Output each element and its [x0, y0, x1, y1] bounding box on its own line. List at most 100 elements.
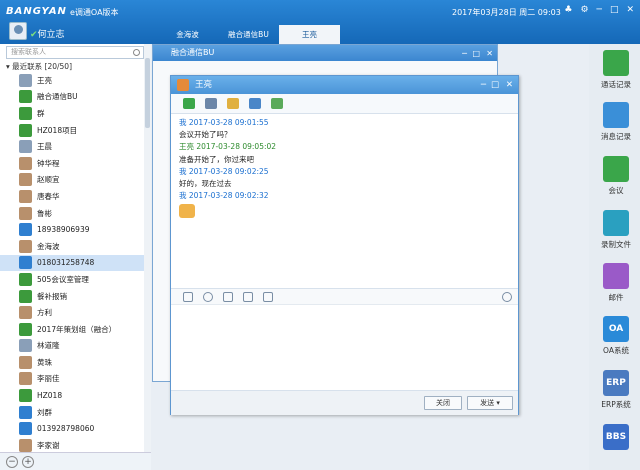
- contact-item[interactable]: 金海波: [0, 238, 144, 255]
- contact-item[interactable]: 王晨: [0, 138, 144, 155]
- contact-item[interactable]: 18938906939: [0, 221, 144, 238]
- search-icon[interactable]: [133, 49, 140, 56]
- image-icon[interactable]: [223, 291, 233, 302]
- contact-name: 013928798060: [37, 424, 95, 434]
- phone-icon: [19, 223, 32, 237]
- avatar: [19, 339, 32, 353]
- launcher-bbs[interactable]: BBS: [597, 424, 635, 453]
- contact-name: 王亮: [37, 75, 52, 85]
- avatar: [19, 239, 32, 253]
- chat-toolbar: [171, 94, 518, 114]
- contact-item[interactable]: 钟华程: [0, 155, 144, 172]
- launcher-erp[interactable]: ERP ERP系统: [597, 370, 635, 410]
- contact-name: 2017年策划组（融合）: [37, 324, 117, 334]
- group-icon: [19, 272, 32, 286]
- contact-item[interactable]: 018031258748: [0, 254, 144, 272]
- group-icon: [19, 289, 32, 303]
- group-chat-header: 融合通信BU ─ □ ✕: [153, 45, 497, 61]
- message-text: 会议开始了吗？: [179, 130, 232, 140]
- contact-item[interactable]: 唐春华: [0, 188, 144, 205]
- user-avatar[interactable]: [9, 22, 27, 40]
- launcher-mail[interactable]: 邮件: [597, 263, 635, 303]
- close-button[interactable]: 关闭: [424, 396, 462, 410]
- datetime: 2017年03月28日 周二 09:03: [452, 8, 561, 17]
- screen-share-icon[interactable]: [249, 98, 261, 109]
- search-input[interactable]: 搜索联系人: [6, 46, 144, 59]
- maximize-icon[interactable]: □: [491, 76, 499, 94]
- user-name[interactable]: ✔何立志: [30, 27, 65, 40]
- phone-icon[interactable]: [183, 98, 195, 109]
- contact-name: 赵顺宜: [37, 175, 60, 185]
- launcher-label: ERP系统: [601, 400, 631, 409]
- minimize-icon[interactable]: ─: [481, 76, 486, 94]
- group-window-title: 融合通信BU: [171, 48, 215, 57]
- phone-icon: [19, 405, 32, 419]
- launcher-message[interactable]: 消息记录: [597, 102, 635, 142]
- skin-icon[interactable]: ♣: [564, 5, 572, 15]
- message-input[interactable]: [171, 306, 518, 390]
- contact-item[interactable]: HZ018项目: [0, 122, 144, 139]
- contact-item[interactable]: 013928798060: [0, 420, 144, 437]
- maximize-icon[interactable]: □: [610, 5, 619, 15]
- title-bar: BANGYAN e调通OA版本 2017年03月28日 周二 09:03 ♣ ⚙…: [0, 0, 640, 44]
- contact-bottom-bar: − +: [0, 452, 151, 470]
- contact-item[interactable]: 融合通信BU: [0, 89, 144, 106]
- group-icon: [19, 389, 32, 403]
- chat-header: 王亮 ─ □ ✕: [171, 76, 518, 94]
- contact-item[interactable]: 李丽佳: [0, 371, 144, 388]
- folder-icon[interactable]: [243, 291, 253, 302]
- group-icon: [19, 123, 32, 137]
- send-button[interactable]: 发送 ▾: [467, 396, 513, 410]
- message-icon: [603, 102, 629, 128]
- launcher-phone[interactable]: 通话记录: [597, 50, 635, 90]
- contact-name: 505会议室管理: [37, 274, 89, 284]
- video-icon[interactable]: [205, 98, 217, 109]
- contact-item[interactable]: 王亮: [0, 72, 144, 89]
- close-icon[interactable]: ✕: [486, 46, 493, 62]
- minimize-icon[interactable]: ─: [597, 5, 602, 15]
- message-sender: 王亮 2017-03-28 09:05:02: [179, 142, 277, 152]
- tab-chat[interactable]: 金海波: [157, 25, 218, 44]
- history-icon[interactable]: [502, 292, 512, 302]
- close-icon[interactable]: ✕: [506, 76, 513, 94]
- launcher-recording[interactable]: 录制文件: [597, 210, 635, 250]
- group-header[interactable]: ▾ 最近联系 [20/50]: [6, 61, 72, 72]
- scrollbar-thumb[interactable]: [145, 58, 150, 128]
- mail-icon[interactable]: [227, 98, 239, 109]
- contact-item[interactable]: 林道隆: [0, 338, 144, 355]
- contact-item[interactable]: HZ018: [0, 387, 144, 404]
- microphone-icon[interactable]: [183, 291, 193, 302]
- thumbs-up-icon: [179, 204, 195, 219]
- screenshot-icon[interactable]: [263, 291, 273, 302]
- close-icon[interactable]: ✕: [626, 5, 634, 15]
- contact-item[interactable]: 黄珠: [0, 354, 144, 371]
- contact-item[interactable]: 鲁彬: [0, 205, 144, 222]
- minimize-icon[interactable]: ─: [462, 46, 467, 62]
- launcher-label: 会议: [608, 186, 624, 195]
- emoji-icon[interactable]: [203, 291, 213, 302]
- contact-list: 王亮融合通信BU 群 HZ018项目 王晨 钟华程赵顺宜唐春华 鲁彬 18938906939…: [0, 72, 144, 454]
- add-icon[interactable]: +: [22, 456, 34, 468]
- contact-item[interactable]: 505会议室管理: [0, 271, 144, 288]
- launcher-oa[interactable]: OA OA系统: [597, 316, 635, 356]
- avatar: [19, 156, 32, 170]
- settings-icon[interactable]: ⚙: [580, 5, 588, 15]
- chat-window: 王亮 ─ □ ✕ 我 2017-03-28 09:01:55 会议开始了吗？ 王…: [170, 75, 519, 415]
- avatar: [19, 438, 32, 452]
- contact-item[interactable]: 2017年策划组（融合）: [0, 321, 144, 338]
- tab-chat[interactable]: 融合通信BU: [218, 25, 279, 44]
- contact-item[interactable]: 餐补报销: [0, 288, 144, 305]
- minus-icon[interactable]: −: [6, 456, 18, 468]
- contact-item[interactable]: 群: [0, 105, 144, 122]
- message-text: 好的，现在过去: [179, 179, 232, 189]
- tab-chat-active[interactable]: 王亮: [279, 25, 340, 44]
- contact-item[interactable]: 刘群: [0, 404, 144, 421]
- launcher-meeting[interactable]: 会议: [597, 156, 635, 196]
- contact-item[interactable]: 方利: [0, 304, 144, 321]
- add-member-icon[interactable]: [271, 98, 283, 109]
- maximize-icon[interactable]: □: [472, 46, 480, 62]
- contact-name: 金海波: [37, 241, 60, 251]
- contact-item[interactable]: 赵顺宜: [0, 172, 144, 189]
- contact-name: 李丽佳: [37, 374, 60, 384]
- contact-name: 方利: [37, 308, 52, 318]
